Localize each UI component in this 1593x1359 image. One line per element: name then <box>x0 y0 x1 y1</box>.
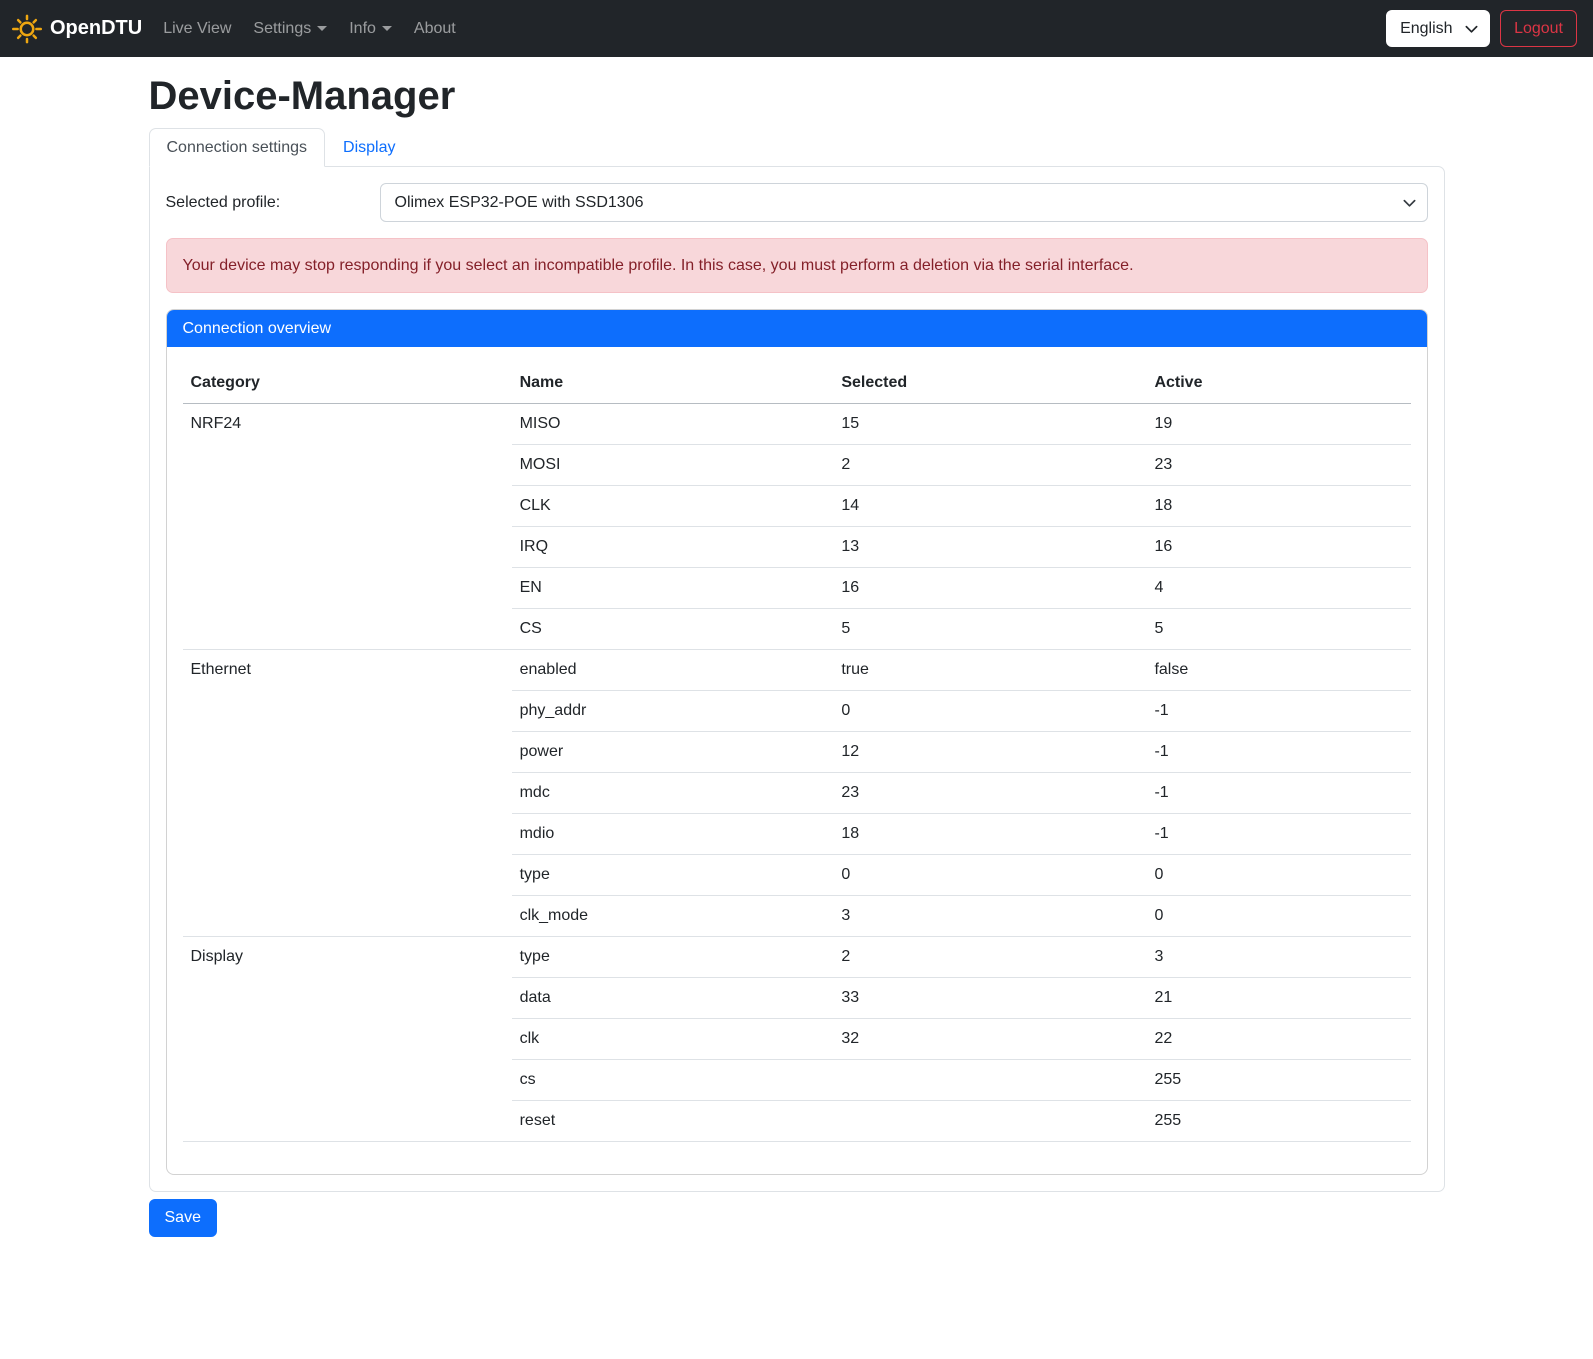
selected-cell: 33 <box>833 978 1146 1019</box>
main-content: Device-Manager Connection settingsDispla… <box>137 74 1457 1237</box>
name-cell: type <box>512 937 834 978</box>
navbar-right: English Logout <box>1386 10 1577 47</box>
profile-label: Selected profile: <box>166 194 380 212</box>
name-cell: CS <box>512 609 834 650</box>
name-cell: type <box>512 855 834 896</box>
language-select-wrap: English <box>1386 10 1490 47</box>
tabs: Connection settingsDisplay <box>149 128 1445 167</box>
table-row: Ethernetenabledtruefalse <box>183 650 1411 691</box>
selected-cell: 3 <box>833 896 1146 937</box>
nav-item-about[interactable]: About <box>403 12 467 46</box>
active-cell: -1 <box>1146 691 1410 732</box>
selected-cell: 2 <box>833 937 1146 978</box>
tab-display[interactable]: Display <box>325 128 413 167</box>
selected-cell: 23 <box>833 773 1146 814</box>
selected-cell: 12 <box>833 732 1146 773</box>
active-cell: 16 <box>1146 527 1410 568</box>
selected-cell: true <box>833 650 1146 691</box>
nav-item-info[interactable]: Info <box>338 12 403 46</box>
selected-cell: 0 <box>833 691 1146 732</box>
name-cell: CLK <box>512 486 834 527</box>
active-cell: 255 <box>1146 1101 1410 1142</box>
selected-cell: 14 <box>833 486 1146 527</box>
selected-cell: 5 <box>833 609 1146 650</box>
active-cell: false <box>1146 650 1410 691</box>
active-cell: 5 <box>1146 609 1410 650</box>
profile-select[interactable]: Olimex ESP32-POE with SSD1306 <box>380 183 1428 222</box>
overview-body: NRF24MISO1519MOSI223CLK1418IRQ1316EN164C… <box>183 404 1411 1142</box>
logout-button[interactable]: Logout <box>1500 10 1577 47</box>
active-cell: 4 <box>1146 568 1410 609</box>
profile-row: Selected profile: Olimex ESP32-POE with … <box>166 183 1428 222</box>
card-body: CategoryNameSelectedActive NRF24MISO1519… <box>167 347 1427 1174</box>
table-row: NRF24MISO1519 <box>183 404 1411 445</box>
column-header-selected: Selected <box>833 363 1146 404</box>
active-cell: 18 <box>1146 486 1410 527</box>
name-cell: cs <box>512 1060 834 1101</box>
name-cell: reset <box>512 1101 834 1142</box>
table-row: Displaytype23 <box>183 937 1411 978</box>
sun-icon <box>12 14 42 44</box>
active-cell: 23 <box>1146 445 1410 486</box>
active-cell: -1 <box>1146 773 1410 814</box>
name-cell: power <box>512 732 834 773</box>
column-header-category: Category <box>183 363 512 404</box>
save-button[interactable]: Save <box>149 1199 217 1237</box>
name-cell: mdc <box>512 773 834 814</box>
active-cell: -1 <box>1146 732 1410 773</box>
connection-settings-panel: Selected profile: Olimex ESP32-POE with … <box>149 166 1445 1192</box>
active-cell: 21 <box>1146 978 1410 1019</box>
name-cell: mdio <box>512 814 834 855</box>
active-cell: -1 <box>1146 814 1410 855</box>
active-cell: 255 <box>1146 1060 1410 1101</box>
name-cell: phy_addr <box>512 691 834 732</box>
column-header-name: Name <box>512 363 834 404</box>
active-cell: 22 <box>1146 1019 1410 1060</box>
selected-cell: 0 <box>833 855 1146 896</box>
caret-down-icon <box>382 26 392 31</box>
profile-select-wrap: Olimex ESP32-POE with SSD1306 <box>380 183 1428 222</box>
connection-overview-table: CategoryNameSelectedActive NRF24MISO1519… <box>183 363 1411 1142</box>
selected-cell: 15 <box>833 404 1146 445</box>
name-cell: IRQ <box>512 527 834 568</box>
brand-link[interactable]: OpenDTU <box>12 14 142 44</box>
name-cell: MISO <box>512 404 834 445</box>
nav-item-settings[interactable]: Settings <box>242 12 338 46</box>
selected-cell: 18 <box>833 814 1146 855</box>
selected-cell: 16 <box>833 568 1146 609</box>
category-cell: Ethernet <box>183 650 512 937</box>
selected-cell: 32 <box>833 1019 1146 1060</box>
tab-connection-settings[interactable]: Connection settings <box>149 128 326 167</box>
active-cell: 19 <box>1146 404 1410 445</box>
active-cell: 0 <box>1146 855 1410 896</box>
name-cell: EN <box>512 568 834 609</box>
navbar: OpenDTU Live ViewSettingsInfoAbout Engli… <box>0 0 1593 57</box>
column-header-active: Active <box>1146 363 1410 404</box>
caret-down-icon <box>317 26 327 31</box>
nav-item-live-view[interactable]: Live View <box>152 12 242 46</box>
name-cell: MOSI <box>512 445 834 486</box>
name-cell: clk_mode <box>512 896 834 937</box>
incompatible-profile-alert: Your device may stop responding if you s… <box>166 238 1428 293</box>
name-cell: data <box>512 978 834 1019</box>
selected-cell <box>833 1060 1146 1101</box>
active-cell: 3 <box>1146 937 1410 978</box>
selected-cell: 13 <box>833 527 1146 568</box>
selected-cell: 2 <box>833 445 1146 486</box>
brand-label: OpenDTU <box>50 17 142 40</box>
selected-cell <box>833 1101 1146 1142</box>
language-select[interactable]: English <box>1386 10 1490 47</box>
navbar-links: Live ViewSettingsInfoAbout <box>152 12 467 46</box>
connection-overview-card: Connection overview CategoryNameSelected… <box>166 309 1428 1175</box>
category-cell: NRF24 <box>183 404 512 650</box>
category-cell: Display <box>183 937 512 1142</box>
name-cell: clk <box>512 1019 834 1060</box>
name-cell: enabled <box>512 650 834 691</box>
active-cell: 0 <box>1146 896 1410 937</box>
overview-head-row: CategoryNameSelectedActive <box>183 363 1411 404</box>
card-header: Connection overview <box>167 310 1427 347</box>
page-title: Device-Manager <box>149 74 1445 119</box>
